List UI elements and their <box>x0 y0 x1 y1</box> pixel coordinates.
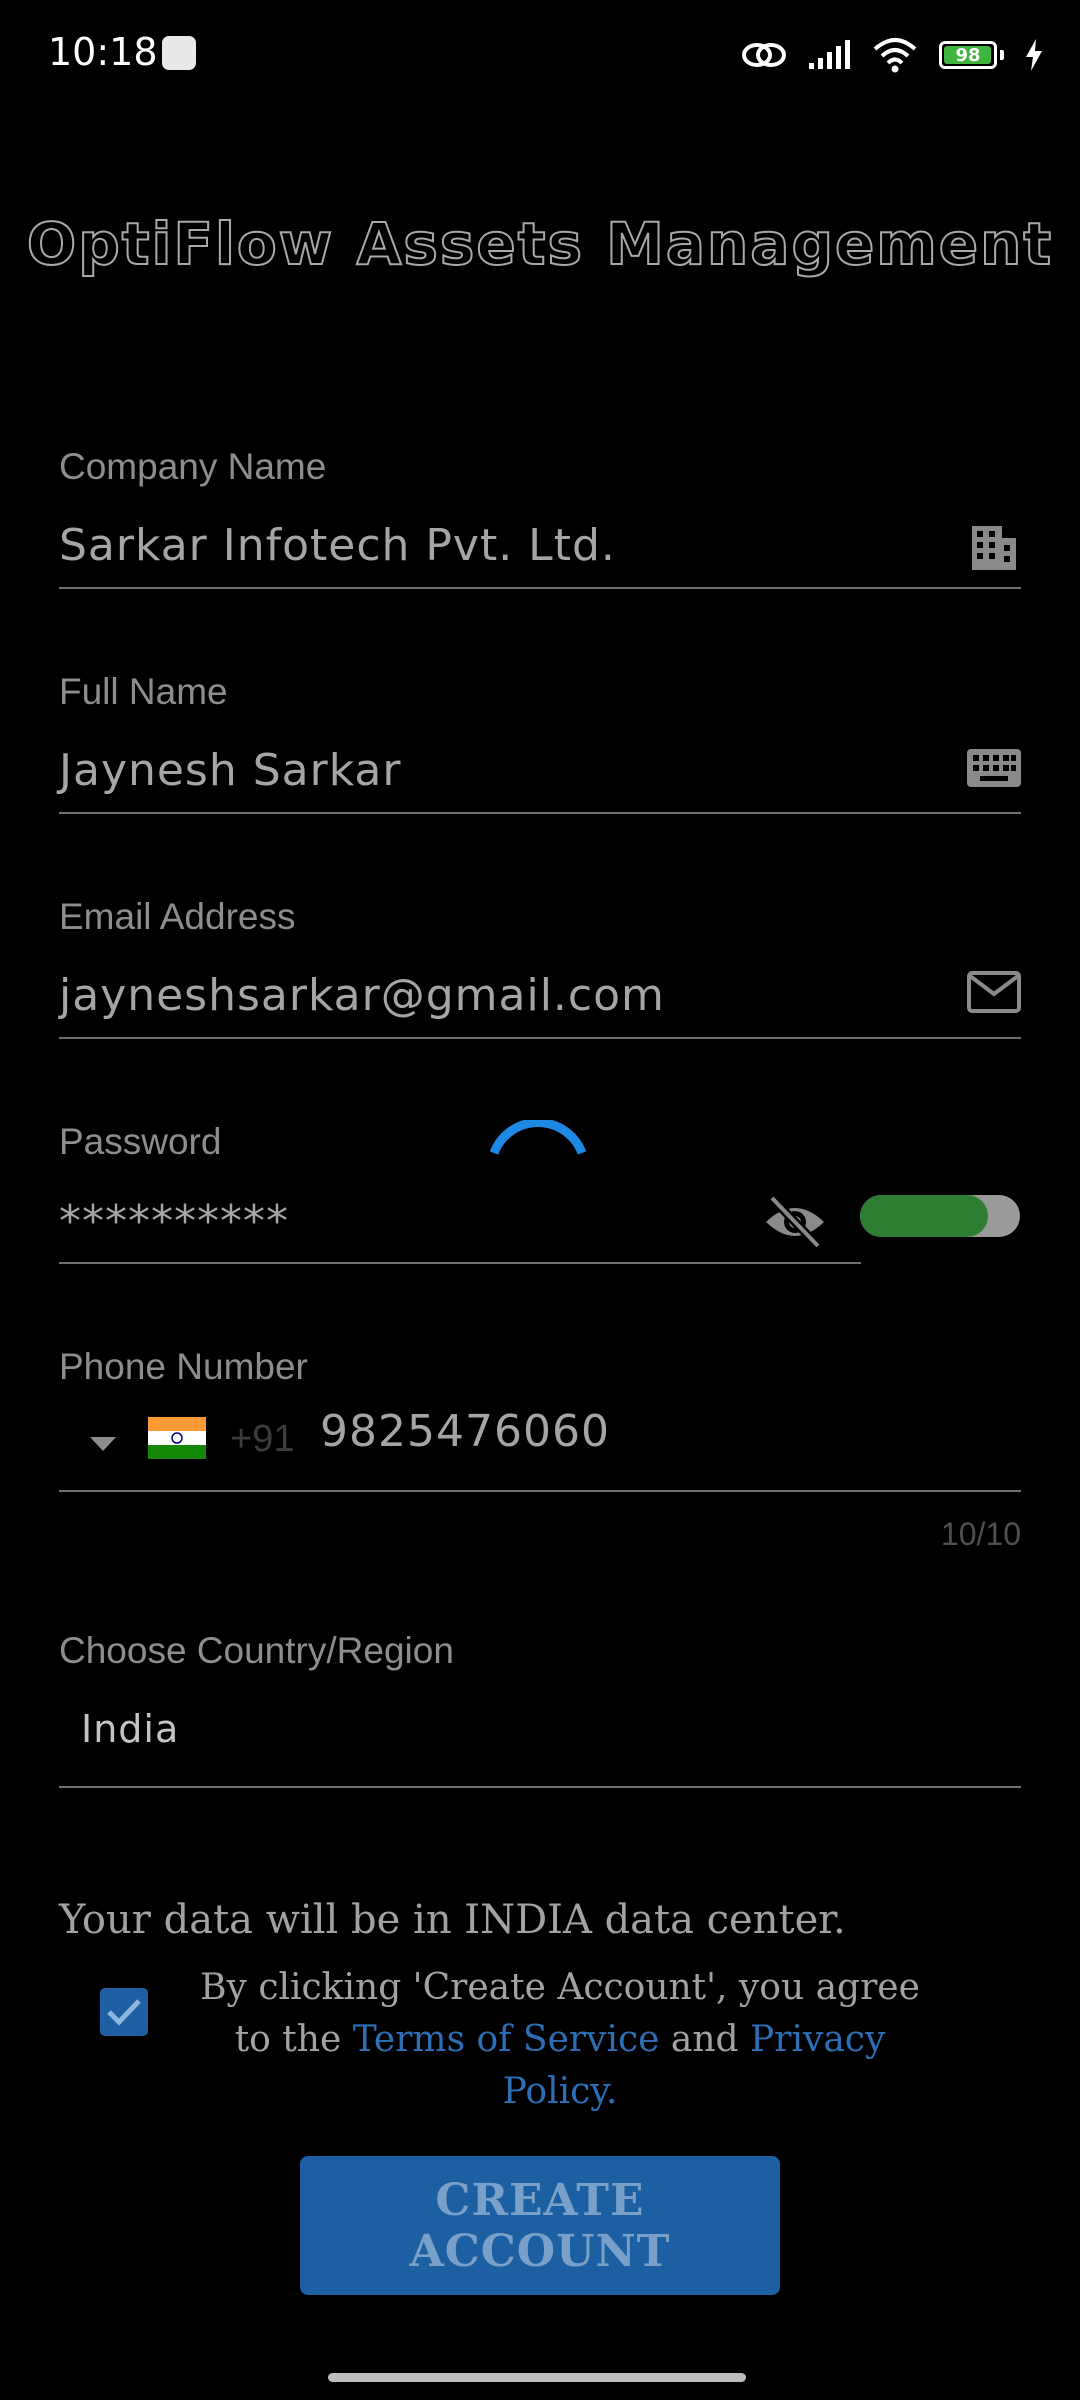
password-underline <box>59 1262 861 1264</box>
full-name-underline <box>59 812 1021 814</box>
password-strength-fill <box>860 1195 988 1237</box>
loading-spinner <box>489 1120 587 1155</box>
email-underline <box>59 1037 1021 1039</box>
terms-text: By clicking 'Create Account', you agree … <box>180 1962 940 2118</box>
create-account-button[interactable]: CREATE ACCOUNT <box>300 2156 780 2295</box>
country-code-dropdown-icon[interactable] <box>90 1437 116 1451</box>
battery-icon: 98 <box>939 41 997 69</box>
building-icon <box>964 515 1024 575</box>
company-name-input[interactable]: Sarkar Infotech Pvt. Ltd. <box>59 520 616 571</box>
country-code-prefix: +91 <box>230 1418 295 1460</box>
terms-checkbox[interactable] <box>100 1988 148 2036</box>
company-name-underline <box>59 587 1021 589</box>
password-label: Password <box>59 1121 222 1162</box>
password-strength-toggle[interactable] <box>860 1195 1020 1237</box>
phone-label: Phone Number <box>59 1346 308 1387</box>
terms-and: and <box>659 2019 751 2060</box>
signal-icon <box>809 40 850 69</box>
charging-icon <box>1026 39 1042 71</box>
phone-input[interactable]: 9825476060 <box>320 1406 610 1457</box>
full-name-input[interactable]: Jaynesh Sarkar <box>59 745 401 796</box>
india-flag-icon[interactable] <box>148 1417 206 1459</box>
company-name-label: Company Name <box>59 446 327 487</box>
country-label: Choose Country/Region <box>59 1630 454 1671</box>
phone-underline <box>59 1490 1021 1492</box>
status-icons: 98 <box>741 30 1044 80</box>
country-select[interactable]: India <box>81 1707 179 1751</box>
wifi-icon <box>873 38 917 73</box>
full-name-label: Full Name <box>59 671 228 712</box>
email-input[interactable]: jayneshsarkar@gmail.com <box>59 970 665 1021</box>
link-icon <box>742 43 786 67</box>
status-time: 10:18 <box>48 30 158 74</box>
check-icon <box>107 1999 141 2026</box>
country-underline <box>59 1786 1021 1788</box>
notification-app-icon <box>162 36 196 70</box>
data-center-notice: Your data will be in INDIA data center. <box>59 1897 846 1943</box>
email-label: Email Address <box>59 896 296 937</box>
mail-icon <box>964 962 1024 1022</box>
keyboard-icon <box>964 738 1024 798</box>
battery-level-text: 98 <box>955 44 981 66</box>
eye-off-icon[interactable] <box>762 1192 828 1250</box>
phone-char-counter: 10/10 <box>940 1516 1021 1552</box>
app-title: OptiFlow Assets Management <box>26 209 1054 279</box>
home-indicator[interactable] <box>328 2373 746 2382</box>
terms-of-service-link[interactable]: Terms of Service <box>353 2019 660 2060</box>
password-input[interactable]: ********** <box>59 1196 289 1247</box>
battery-tip <box>1000 50 1004 60</box>
